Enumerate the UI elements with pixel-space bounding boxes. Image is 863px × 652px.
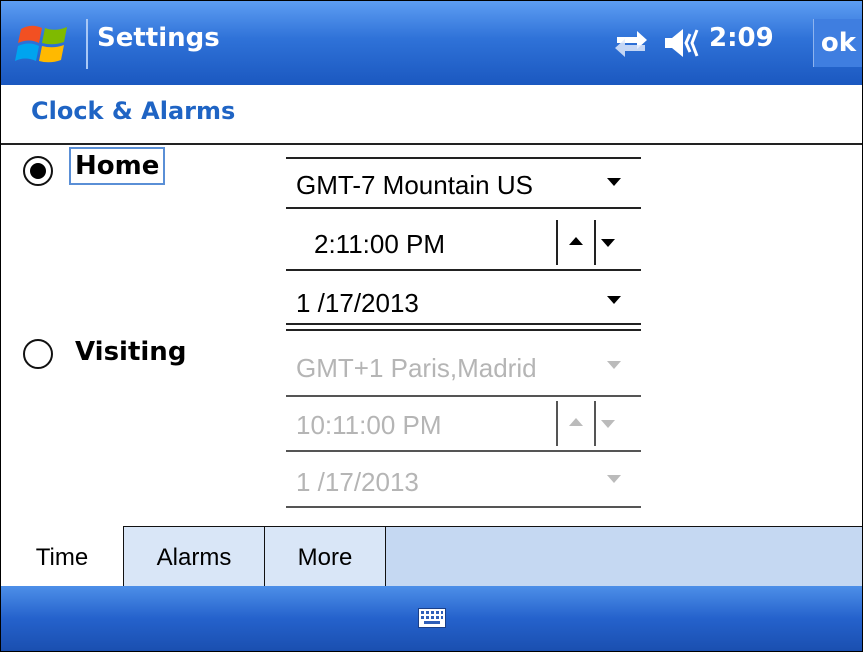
visiting-timezone-value: GMT+1 Paris,Madrid bbox=[296, 353, 537, 383]
page-title: Clock & Alarms bbox=[31, 97, 236, 125]
home-time-spinner[interactable]: 2:11:00 PM bbox=[286, 220, 639, 265]
clock-text[interactable]: 2:09 bbox=[709, 23, 774, 53]
app-title: Settings bbox=[97, 23, 220, 53]
spinner-separator bbox=[556, 401, 558, 446]
title-bar: Settings 2:09 ok bbox=[1, 1, 862, 85]
visiting-time-value: 10:11:00 PM bbox=[296, 410, 442, 440]
field-border bbox=[286, 506, 641, 508]
field-border bbox=[286, 323, 641, 325]
spin-down-icon[interactable] bbox=[601, 420, 615, 428]
spin-up-icon[interactable] bbox=[569, 418, 583, 426]
home-radio[interactable] bbox=[23, 156, 53, 186]
field-border bbox=[286, 395, 641, 397]
keyboard-icon[interactable] bbox=[418, 608, 446, 628]
ok-button[interactable]: ok bbox=[813, 19, 862, 67]
dropdown-arrow-icon[interactable] bbox=[607, 361, 621, 369]
tab-more[interactable]: More bbox=[265, 527, 386, 586]
home-timezone-value: GMT-7 Mountain US bbox=[296, 170, 533, 200]
visiting-radio-label[interactable]: Visiting bbox=[75, 337, 186, 367]
tab-alarms[interactable]: Alarms bbox=[124, 527, 265, 586]
visiting-time-spinner[interactable]: 10:11:00 PM bbox=[286, 401, 639, 446]
visiting-radio[interactable] bbox=[23, 339, 53, 369]
home-date-dropdown[interactable]: 1 /17/2013 bbox=[286, 279, 639, 324]
spin-down-icon[interactable] bbox=[601, 239, 615, 247]
tab-strip: Time Alarms More bbox=[1, 526, 862, 587]
home-date-value: 1 /17/2013 bbox=[296, 288, 419, 318]
connectivity-icon[interactable] bbox=[613, 27, 649, 61]
home-timezone-dropdown[interactable]: GMT-7 Mountain US bbox=[286, 161, 639, 206]
dropdown-arrow-icon[interactable] bbox=[607, 296, 621, 304]
spinner-separator bbox=[594, 401, 596, 446]
home-time-value: 2:11:00 PM bbox=[314, 229, 446, 259]
page-header: Clock & Alarms bbox=[1, 85, 862, 145]
dropdown-arrow-icon[interactable] bbox=[607, 475, 621, 483]
bottom-menu-bar bbox=[1, 586, 862, 651]
spinner-separator bbox=[556, 220, 558, 265]
tab-time[interactable]: Time bbox=[1, 526, 124, 586]
field-border bbox=[286, 207, 641, 209]
home-radio-label[interactable]: Home bbox=[69, 147, 166, 185]
field-border bbox=[286, 450, 641, 452]
spinner-separator bbox=[594, 220, 596, 265]
radio-selected-dot bbox=[30, 163, 46, 179]
app-window: Settings 2:09 ok Clock & Alarms Home GMT… bbox=[0, 0, 863, 652]
visiting-date-value: 1 /17/2013 bbox=[296, 467, 419, 497]
field-border bbox=[286, 157, 641, 159]
visiting-timezone-dropdown[interactable]: GMT+1 Paris,Madrid bbox=[286, 344, 639, 389]
field-border bbox=[286, 329, 641, 331]
visiting-date-dropdown[interactable]: 1 /17/2013 bbox=[286, 458, 639, 503]
spin-up-icon[interactable] bbox=[569, 237, 583, 245]
dropdown-arrow-icon[interactable] bbox=[607, 178, 621, 186]
volume-icon[interactable] bbox=[663, 26, 703, 60]
title-separator bbox=[86, 19, 88, 69]
windows-start-icon[interactable] bbox=[15, 19, 75, 67]
field-border bbox=[286, 269, 641, 271]
